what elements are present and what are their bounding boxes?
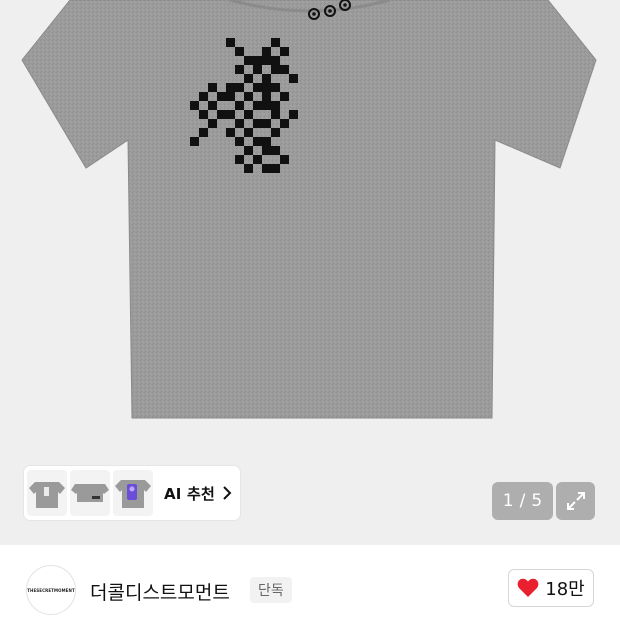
pixel-block — [190, 137, 199, 146]
pixel-block — [244, 164, 253, 173]
pixel-block — [280, 92, 289, 101]
like-button[interactable]: 18만 — [508, 569, 594, 607]
pixel-block — [244, 128, 253, 137]
pixel-block — [262, 137, 271, 146]
pixel-block — [253, 137, 262, 146]
like-count: 18만 — [545, 579, 585, 600]
pixel-block — [271, 110, 280, 119]
pixel-block — [262, 119, 271, 128]
pixel-block — [280, 47, 289, 56]
pixel-block — [208, 101, 217, 110]
pixel-block — [244, 146, 253, 155]
pixel-block — [235, 155, 244, 164]
pixel-block — [262, 47, 271, 56]
pixel-block — [271, 128, 280, 137]
pixel-block — [262, 146, 271, 155]
pixel-block — [271, 56, 280, 65]
expand-icon — [566, 492, 585, 510]
image-counter: 1 / 5 — [492, 482, 553, 520]
pixel-block — [226, 83, 235, 92]
recommend-thumb-3[interactable] — [113, 470, 153, 516]
pixel-block — [280, 155, 289, 164]
recommend-thumb-2[interactable] — [70, 470, 110, 516]
brand-bar: THESECRETMOMENT 더콜디스트모먼트 단독 18만 — [0, 545, 620, 620]
counter-separator: / — [519, 491, 526, 511]
pixel-block — [262, 92, 271, 101]
pixel-block — [262, 83, 271, 92]
chevron-right-icon — [223, 486, 232, 500]
pixel-block — [271, 164, 280, 173]
expand-button[interactable] — [556, 482, 595, 520]
pixel-block — [226, 38, 235, 47]
product-image[interactable]: AI 추천 1 / 5 — [0, 0, 620, 545]
pixel-block — [271, 146, 280, 155]
pixel-block — [226, 110, 235, 119]
tshirt-image — [21, 0, 597, 419]
pixel-block — [244, 74, 253, 83]
pixel-block — [217, 92, 226, 101]
pixel-block — [253, 56, 262, 65]
heart-icon — [517, 578, 539, 597]
pixel-block — [244, 92, 253, 101]
pixel-block — [235, 137, 244, 146]
pixel-block — [262, 101, 271, 110]
pixel-block — [217, 110, 226, 119]
pixel-block — [253, 119, 262, 128]
pixel-block — [244, 56, 253, 65]
exclusive-badge: 단독 — [250, 577, 292, 603]
brand-name[interactable]: 더콜디스트모먼트 — [90, 578, 230, 605]
pixel-block — [262, 164, 271, 173]
brand-avatar-text: THESECRETMOMENT — [27, 587, 75, 593]
pixel-block — [271, 101, 280, 110]
pixel-block — [199, 128, 208, 137]
pixel-block — [226, 128, 235, 137]
pixel-block — [280, 65, 289, 74]
pixel-block — [235, 101, 244, 110]
pixel-block — [271, 65, 280, 74]
pixel-block — [289, 110, 298, 119]
pixel-block — [253, 101, 262, 110]
pixel-block — [235, 65, 244, 74]
pixel-block — [235, 83, 244, 92]
brand-avatar[interactable]: THESECRETMOMENT — [26, 565, 76, 615]
ai-recommend-button[interactable]: AI 추천 — [24, 466, 240, 520]
pixel-block — [271, 83, 280, 92]
total-images: 5 — [531, 491, 543, 511]
pixel-block — [253, 83, 262, 92]
pixel-block — [253, 65, 262, 74]
pixel-block — [190, 101, 199, 110]
pixel-block — [253, 155, 262, 164]
pixel-block — [208, 83, 217, 92]
pixel-block — [262, 74, 271, 83]
pixel-block — [289, 74, 298, 83]
pixel-block — [271, 38, 280, 47]
ai-recommend-label: AI 추천 — [164, 484, 216, 503]
pixel-block — [280, 119, 289, 128]
pixel-block — [199, 92, 208, 101]
pixel-block — [208, 119, 217, 128]
pixel-block — [244, 110, 253, 119]
recommend-thumb-1[interactable] — [27, 470, 67, 516]
pixel-block — [199, 110, 208, 119]
pixel-block — [235, 47, 244, 56]
pixel-block — [262, 56, 271, 65]
pixel-block — [226, 92, 235, 101]
current-image-index: 1 — [502, 491, 514, 511]
pixel-block — [235, 119, 244, 128]
